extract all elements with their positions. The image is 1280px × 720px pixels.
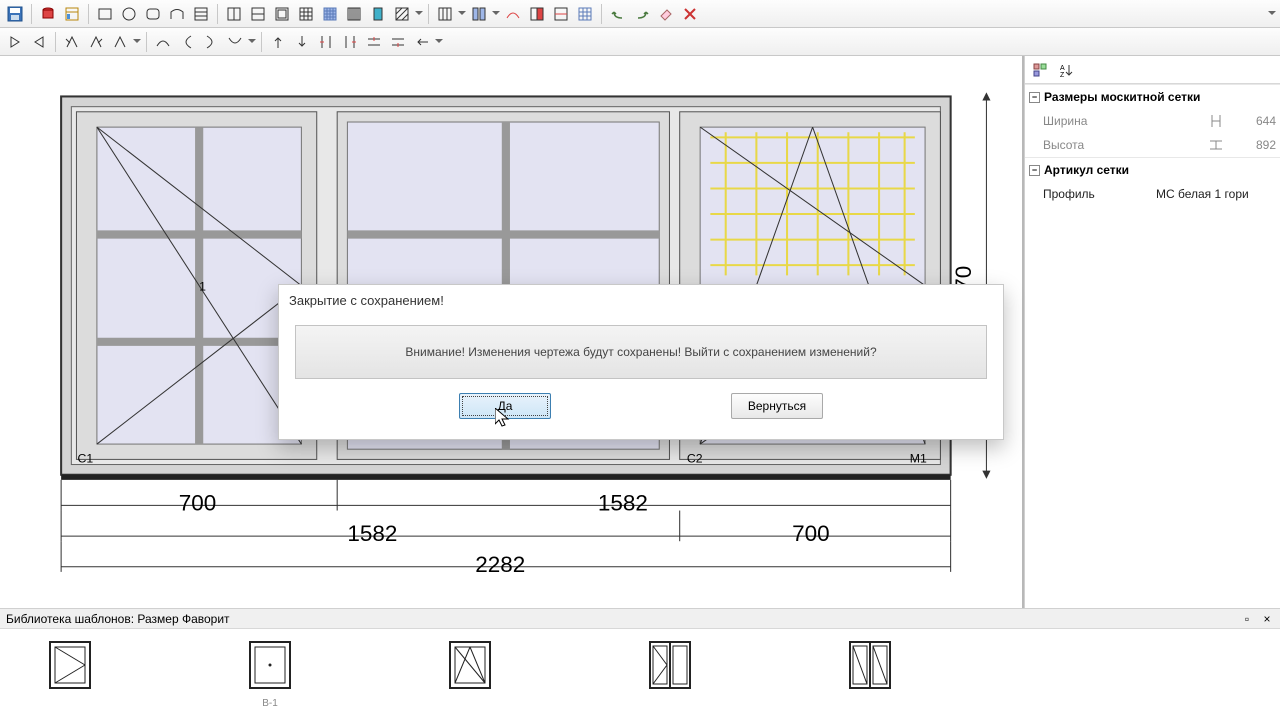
- template-caption: B-1: [240, 698, 300, 709]
- curve-icon[interactable]: [502, 3, 524, 25]
- yes-button[interactable]: Да: [459, 393, 551, 419]
- prop-width-row[interactable]: Ширина 644: [1025, 109, 1280, 133]
- dialog-message: Внимание! Изменения чертежа будут сохран…: [295, 325, 987, 379]
- pin-icon[interactable]: ▫: [1240, 612, 1254, 626]
- close-icon[interactable]: ×: [1260, 612, 1274, 626]
- toolbar-row-2: [0, 28, 1280, 56]
- prop-width-value: 644: [1226, 114, 1276, 128]
- dim-w-mid-left: 1582: [347, 521, 397, 546]
- split3-icon[interactable]: [434, 3, 456, 25]
- back-button[interactable]: Вернуться: [731, 393, 823, 419]
- prop-width-label: Ширина: [1043, 114, 1206, 128]
- template-item-3[interactable]: [440, 637, 500, 711]
- angle-out-icon[interactable]: [61, 31, 83, 53]
- circle-icon[interactable]: [118, 3, 140, 25]
- peak-icon[interactable]: [109, 31, 131, 53]
- sort-icon[interactable]: AZ: [1057, 61, 1075, 79]
- svg-text:Z: Z: [1060, 72, 1065, 78]
- dropdown-icon[interactable]: [1268, 3, 1276, 25]
- c2-label: C2: [687, 451, 703, 465]
- dim-cross2-icon[interactable]: [339, 31, 361, 53]
- edit-icon[interactable]: [1206, 136, 1226, 154]
- dim-w-total: 2282: [475, 552, 525, 577]
- redo-icon[interactable]: [631, 3, 653, 25]
- dim-h2-icon[interactable]: [387, 31, 409, 53]
- prop-height-value: 892: [1226, 138, 1276, 152]
- rect-icon[interactable]: [94, 3, 116, 25]
- play-icon[interactable]: [4, 31, 26, 53]
- prop-height-row[interactable]: Высота 892: [1025, 133, 1280, 157]
- prop-group-title: Артикул сетки: [1044, 163, 1129, 177]
- template-item-5[interactable]: [840, 637, 900, 711]
- dropdown-icon[interactable]: [415, 3, 423, 25]
- prop-profile-value: МС белая 1 гори: [1156, 187, 1276, 201]
- collapse-icon[interactable]: −: [1029, 92, 1040, 103]
- grid-dense-icon[interactable]: [343, 3, 365, 25]
- template-item-4[interactable]: [640, 637, 700, 711]
- grid-blue-icon[interactable]: [574, 3, 596, 25]
- collapse-icon[interactable]: −: [1029, 165, 1040, 176]
- door-left-icon[interactable]: [526, 3, 548, 25]
- table-icon[interactable]: [190, 3, 212, 25]
- properties-panel: AZ − Размеры москитной сетки Ширина 644 …: [1024, 56, 1280, 608]
- arc-right-icon[interactable]: [200, 31, 222, 53]
- dim-w-right: 1582: [598, 491, 648, 516]
- arc-top-icon[interactable]: [152, 31, 174, 53]
- template-item-1[interactable]: [40, 637, 100, 711]
- split-v-icon[interactable]: [223, 3, 245, 25]
- library-title: Библиотека шаблонов: Размер Фаворит: [6, 612, 1240, 626]
- dim-up-icon[interactable]: [267, 31, 289, 53]
- dim-w-left: 700: [179, 491, 217, 516]
- hatch-icon[interactable]: [391, 3, 413, 25]
- prop-height-label: Высота: [1043, 138, 1206, 152]
- dim-w-mid-right: 700: [792, 521, 830, 546]
- sash-icon[interactable]: [271, 3, 293, 25]
- dim-cross1-icon[interactable]: [315, 31, 337, 53]
- dim-down-icon[interactable]: [291, 31, 313, 53]
- edit-icon[interactable]: [1206, 112, 1226, 130]
- split-panel-icon[interactable]: [468, 3, 490, 25]
- categorize-icon[interactable]: [1031, 61, 1049, 79]
- arc-left-icon[interactable]: [176, 31, 198, 53]
- m1-label: M1: [910, 451, 927, 465]
- svg-text:A: A: [1060, 65, 1065, 72]
- dim-one: 1: [199, 280, 206, 294]
- arch-icon[interactable]: [166, 3, 188, 25]
- dropdown-icon[interactable]: [435, 31, 443, 53]
- template-item-2[interactable]: B-1: [240, 637, 300, 711]
- prop-profile-label: Профиль: [1043, 187, 1156, 201]
- panel-icon[interactable]: [61, 3, 83, 25]
- dim-left-icon[interactable]: [411, 31, 433, 53]
- prop-group-dimensions[interactable]: − Размеры москитной сетки: [1025, 85, 1280, 109]
- dim-h-icon[interactable]: [363, 31, 385, 53]
- door-right-icon[interactable]: [550, 3, 572, 25]
- split-h-icon[interactable]: [247, 3, 269, 25]
- prop-profile-row[interactable]: Профиль МС белая 1 гори: [1025, 182, 1280, 206]
- c1-label: C1: [77, 451, 93, 465]
- dropdown-icon[interactable]: [133, 31, 141, 53]
- grid-fine-icon[interactable]: [319, 3, 341, 25]
- toolbar-row-1: [0, 0, 1280, 28]
- dropdown-icon[interactable]: [458, 3, 466, 25]
- grid-3x3-icon[interactable]: [295, 3, 317, 25]
- play-back-icon[interactable]: [28, 31, 50, 53]
- dialog-title: Закрытие с сохранением!: [279, 285, 1003, 315]
- template-library: Библиотека шаблонов: Размер Фаворит ▫ × …: [0, 608, 1280, 719]
- prop-group-article[interactable]: − Артикул сетки: [1025, 158, 1280, 182]
- save-icon[interactable]: [4, 3, 26, 25]
- arc-bottom-icon[interactable]: [224, 31, 246, 53]
- angle-in-icon[interactable]: [85, 31, 107, 53]
- db-icon[interactable]: [37, 3, 59, 25]
- fill-icon[interactable]: [367, 3, 389, 25]
- dropdown-icon[interactable]: [248, 31, 256, 53]
- rounded-rect-icon[interactable]: [142, 3, 164, 25]
- eraser-icon[interactable]: [655, 3, 677, 25]
- prop-group-title: Размеры москитной сетки: [1044, 90, 1200, 104]
- dropdown-icon[interactable]: [492, 3, 500, 25]
- undo-icon[interactable]: [607, 3, 629, 25]
- delete-icon[interactable]: [679, 3, 701, 25]
- save-dialog: Закрытие с сохранением! Внимание! Измене…: [278, 284, 1004, 440]
